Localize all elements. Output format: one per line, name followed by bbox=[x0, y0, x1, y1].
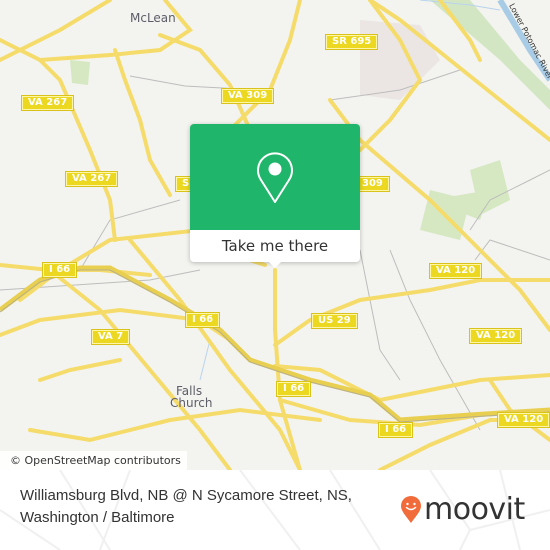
route-shield-i66: I 66 bbox=[377, 422, 414, 438]
route-shield-us29: US 29 bbox=[311, 313, 358, 329]
route-shield-va309: VA 309 bbox=[220, 88, 275, 104]
place-label-mclean: McLean bbox=[130, 11, 176, 25]
stream bbox=[179, 299, 211, 381]
park-area bbox=[70, 60, 90, 85]
route-shield-va120: VA 120 bbox=[468, 328, 523, 344]
landuse-area bbox=[360, 20, 440, 100]
map-pin-icon bbox=[257, 152, 293, 203]
osm-attribution[interactable]: © OpenStreetMap contributors bbox=[0, 451, 187, 470]
route-shield-i66: I 66 bbox=[41, 262, 78, 278]
take-me-there-button[interactable]: Take me there bbox=[190, 230, 360, 262]
moovit-logo[interactable]: moovit bbox=[400, 492, 525, 527]
brand-name: moovit bbox=[424, 492, 525, 527]
route-shield-i66: I 66 bbox=[275, 381, 312, 397]
route-shield-va267: VA 267 bbox=[20, 95, 75, 111]
stop-name: Williamsburg Blvd, NB @ N Sycamore Stree… bbox=[20, 485, 352, 529]
footer: Williamsburg Blvd, NB @ N Sycamore Stree… bbox=[0, 470, 550, 550]
place-label-falls-church-line2: Church bbox=[170, 396, 213, 410]
route-shield-va7: VA 7 bbox=[90, 329, 131, 345]
location-popup[interactable]: Take me there bbox=[190, 124, 360, 268]
route-shield-va120: VA 120 bbox=[428, 263, 483, 279]
stop-name-line2: Washington / Baltimore bbox=[20, 509, 175, 526]
route-shield-partial: 309 bbox=[355, 176, 390, 192]
stop-name-line1: Williamsburg Blvd, NB @ N Sycamore Stree… bbox=[20, 487, 352, 504]
route-shield-i66: I 66 bbox=[184, 312, 221, 328]
moovit-pin-icon bbox=[401, 495, 421, 523]
popup-arrow bbox=[267, 260, 283, 268]
map-view[interactable]: McLean Falls Church Lower Potomac River … bbox=[0, 0, 550, 470]
route-shield-va267: VA 267 bbox=[64, 171, 119, 187]
route-shield-sr695: SR 695 bbox=[324, 34, 379, 50]
popup-header bbox=[190, 124, 360, 230]
route-shield-va120: VA 120 bbox=[496, 412, 550, 428]
